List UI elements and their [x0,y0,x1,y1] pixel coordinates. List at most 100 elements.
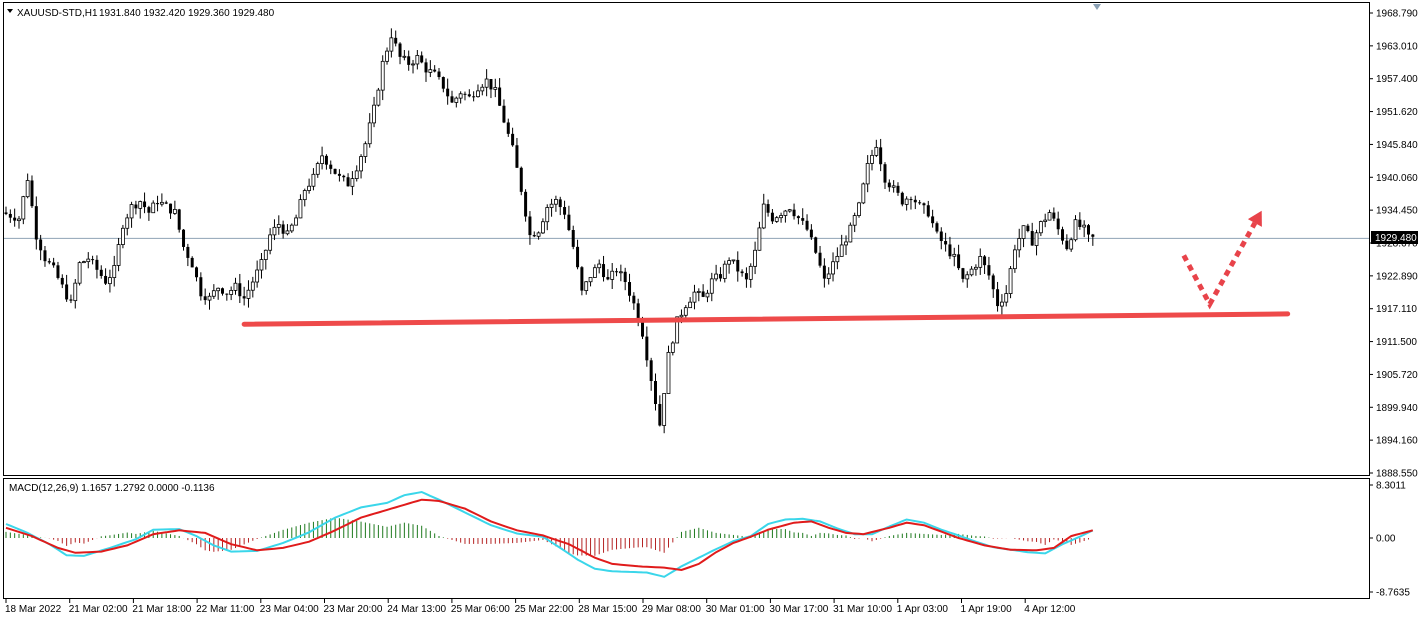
candle-body-up [493,87,498,90]
candle-body-up [1012,249,1017,270]
candle-body-down [796,216,800,219]
candle-body-down [472,96,476,98]
candle-body-down [740,271,744,274]
candle-body-up [709,278,714,294]
candle-body-up [857,202,861,216]
candle-body-down [104,275,108,284]
candle-body-up [844,241,848,246]
time-tick-label: 4 Apr 12:00 [1024,604,1076,615]
candle-body-down [528,216,532,236]
candle-body-down [628,282,632,296]
candle-body-up [298,199,303,219]
candle-body-down [918,202,922,204]
candle-body-up [852,215,857,226]
candle-body-up [705,292,710,298]
candle-body-up [1008,268,1013,294]
candle-body-up [289,224,294,232]
candle-body-down [99,269,103,276]
candle-body-up [216,287,221,292]
candle-body-up [1082,224,1087,228]
ohlc-values: 1931.840 1932.420 1929.360 1929.480 [99,8,275,19]
candle-body-down [324,155,328,165]
candle-body-down [818,252,822,266]
candle-body-up [588,277,593,283]
candle-body-down [337,173,341,176]
candle-body-up [285,230,290,235]
candle-body-down [649,360,653,382]
candle-body-up [748,265,753,280]
candle-body-down [801,218,805,221]
candle-body-up [861,183,866,204]
candle-body-down [65,284,69,300]
candle-body-down [913,199,917,203]
candle-body-up [207,295,212,301]
candle-body-up [484,78,489,88]
candle-body-up [584,281,589,292]
candle-body-up [73,282,78,302]
candle-body-down [948,244,952,257]
candle-body-down [238,283,242,297]
candle-body-up [151,202,156,214]
time-tick-label: 21 Mar 18:00 [132,604,191,615]
candle-body-up [774,217,779,222]
candle-body-down [515,145,519,168]
candle-body-up [952,253,957,257]
candle-body-up [259,259,264,271]
candle-body-up [86,258,91,263]
candle-body-down [814,237,818,253]
candle-body-down [736,259,740,272]
candle-body-down [532,235,536,237]
candle-body-down [506,122,510,134]
candle-body-up [268,234,273,251]
candle-body-down [939,231,943,242]
candle-body-up [1043,219,1048,222]
candle-body-up [662,393,667,426]
macd-pane [3,478,1370,599]
candle-body-up [25,180,30,198]
candle-body-down [931,216,935,224]
candle-body-down [809,229,813,238]
candle-body-down [56,265,60,278]
candle-body-down [203,296,207,301]
price-tick-label: 1905.720 [1376,370,1418,381]
candle-body-down [944,241,948,245]
candle-body-down [654,381,657,405]
candle-body-up [138,201,143,209]
candle-body-up [974,266,978,270]
candle-body-up [783,210,788,216]
candle-body-up [541,221,545,234]
candle-body-down [909,199,913,201]
candle-body-up [311,173,316,187]
candle-body-up [385,50,389,62]
candle-body-down [225,293,229,295]
candle-body-down [346,177,350,187]
candle-body-down [13,217,17,221]
candle-body-down [822,265,826,279]
candle-body-down [1091,234,1095,237]
candle-body-up [246,289,251,299]
candle-body-up [683,307,688,316]
candle-body-down [407,56,411,65]
candle-body-up [536,232,541,237]
candle-body-up [250,281,255,291]
candle-body-up [476,90,480,98]
candle-body-up [276,224,281,228]
candle-body-up [125,217,130,229]
time-tick-label: 23 Mar 20:00 [324,604,383,615]
candle-body-up [679,314,684,318]
candle-body-down [498,87,502,106]
candle-body-down [766,204,770,213]
candle-body-up [835,255,840,263]
candle-body-up [229,289,234,295]
current-price-label: 1929.480 [1375,233,1417,244]
candle-body-down [576,246,580,268]
candle-body-down [190,257,194,268]
candle-body-down [147,207,151,213]
candle-body-up [597,263,602,269]
candle-body-down [1061,229,1065,241]
candle-body-down [95,259,99,270]
candle-body-down [805,220,809,230]
candle-body-down [329,164,333,169]
candle-body-down [398,43,402,57]
time-tick-label: 24 Mar 13:00 [387,604,446,615]
